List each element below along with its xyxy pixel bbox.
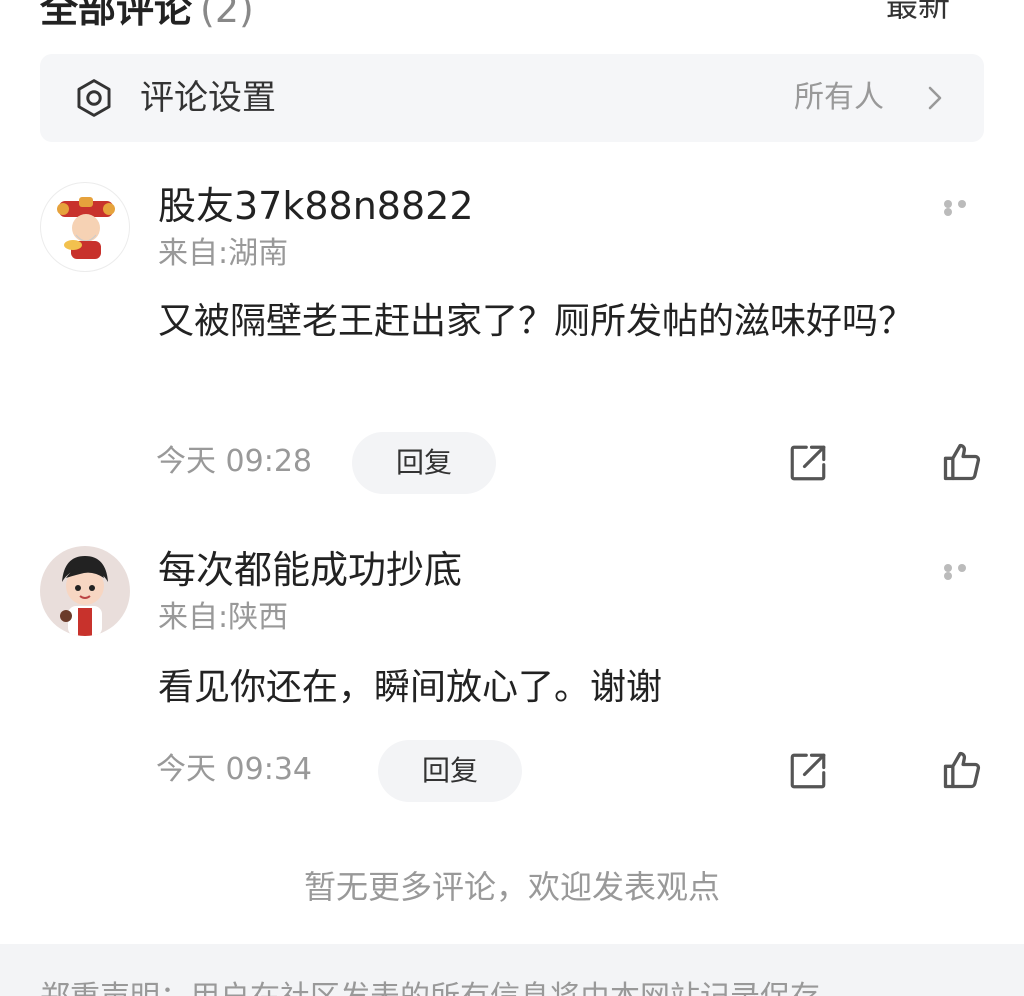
more-options-icon[interactable] <box>944 200 984 216</box>
comment-count: (2) <box>200 0 254 31</box>
share-icon[interactable] <box>787 750 829 792</box>
comment-username[interactable]: 股友37k88n8822 <box>158 182 474 230</box>
comment-username[interactable]: 每次都能成功抄底 <box>158 546 462 594</box>
reply-button[interactable]: 回复 <box>352 432 496 494</box>
disclaimer-footer: 郑重声明：用户在社区发表的所有信息将由本网站记录保存 <box>0 944 1024 996</box>
comment-permission-value: 所有人 <box>794 80 884 115</box>
comments-header: 全部评论 (2) 最新 <box>40 0 984 31</box>
disclaimer-text: 郑重声明：用户在社区发表的所有信息将由本网站记录保存 <box>40 978 820 996</box>
comment-time: 今天 09:34 <box>156 752 312 787</box>
comment-time: 今天 09:28 <box>156 444 312 479</box>
comment-location: 来自:陕西 <box>158 600 289 635</box>
reply-button[interactable]: 回复 <box>378 740 522 802</box>
comment-location: 来自:湖南 <box>158 236 289 271</box>
comment-text: 又被隔壁老王赶出家了？厕所发帖的滋味好吗？ <box>158 301 915 342</box>
section-title-text: 全部评论 <box>40 0 193 31</box>
more-options-icon[interactable] <box>944 564 984 580</box>
comment-settings-label: 评论设置 <box>140 78 276 118</box>
sort-button[interactable]: 最新 <box>886 0 950 26</box>
gear-icon <box>77 79 111 117</box>
comments-page: 全部评论 (2) 最新 评论设置 所有人 股友37k88n8822 来自:湖南 … <box>0 0 1024 996</box>
share-icon[interactable] <box>787 442 829 484</box>
thumbs-up-icon[interactable] <box>940 748 984 792</box>
avatar-image <box>57 197 115 259</box>
chevron-right-icon <box>928 86 942 110</box>
avatar-image <box>60 556 108 636</box>
comment-settings-row[interactable]: 评论设置 所有人 <box>40 54 984 142</box>
thumbs-up-icon[interactable] <box>940 440 984 484</box>
no-more-comments-text: 暂无更多评论，欢迎发表观点 <box>303 868 720 906</box>
avatar[interactable] <box>40 182 130 272</box>
section-title: 全部评论 (2) <box>40 0 254 33</box>
comment-text: 看见你还在，瞬间放心了。谢谢 <box>158 667 663 708</box>
avatar[interactable] <box>40 546 130 636</box>
